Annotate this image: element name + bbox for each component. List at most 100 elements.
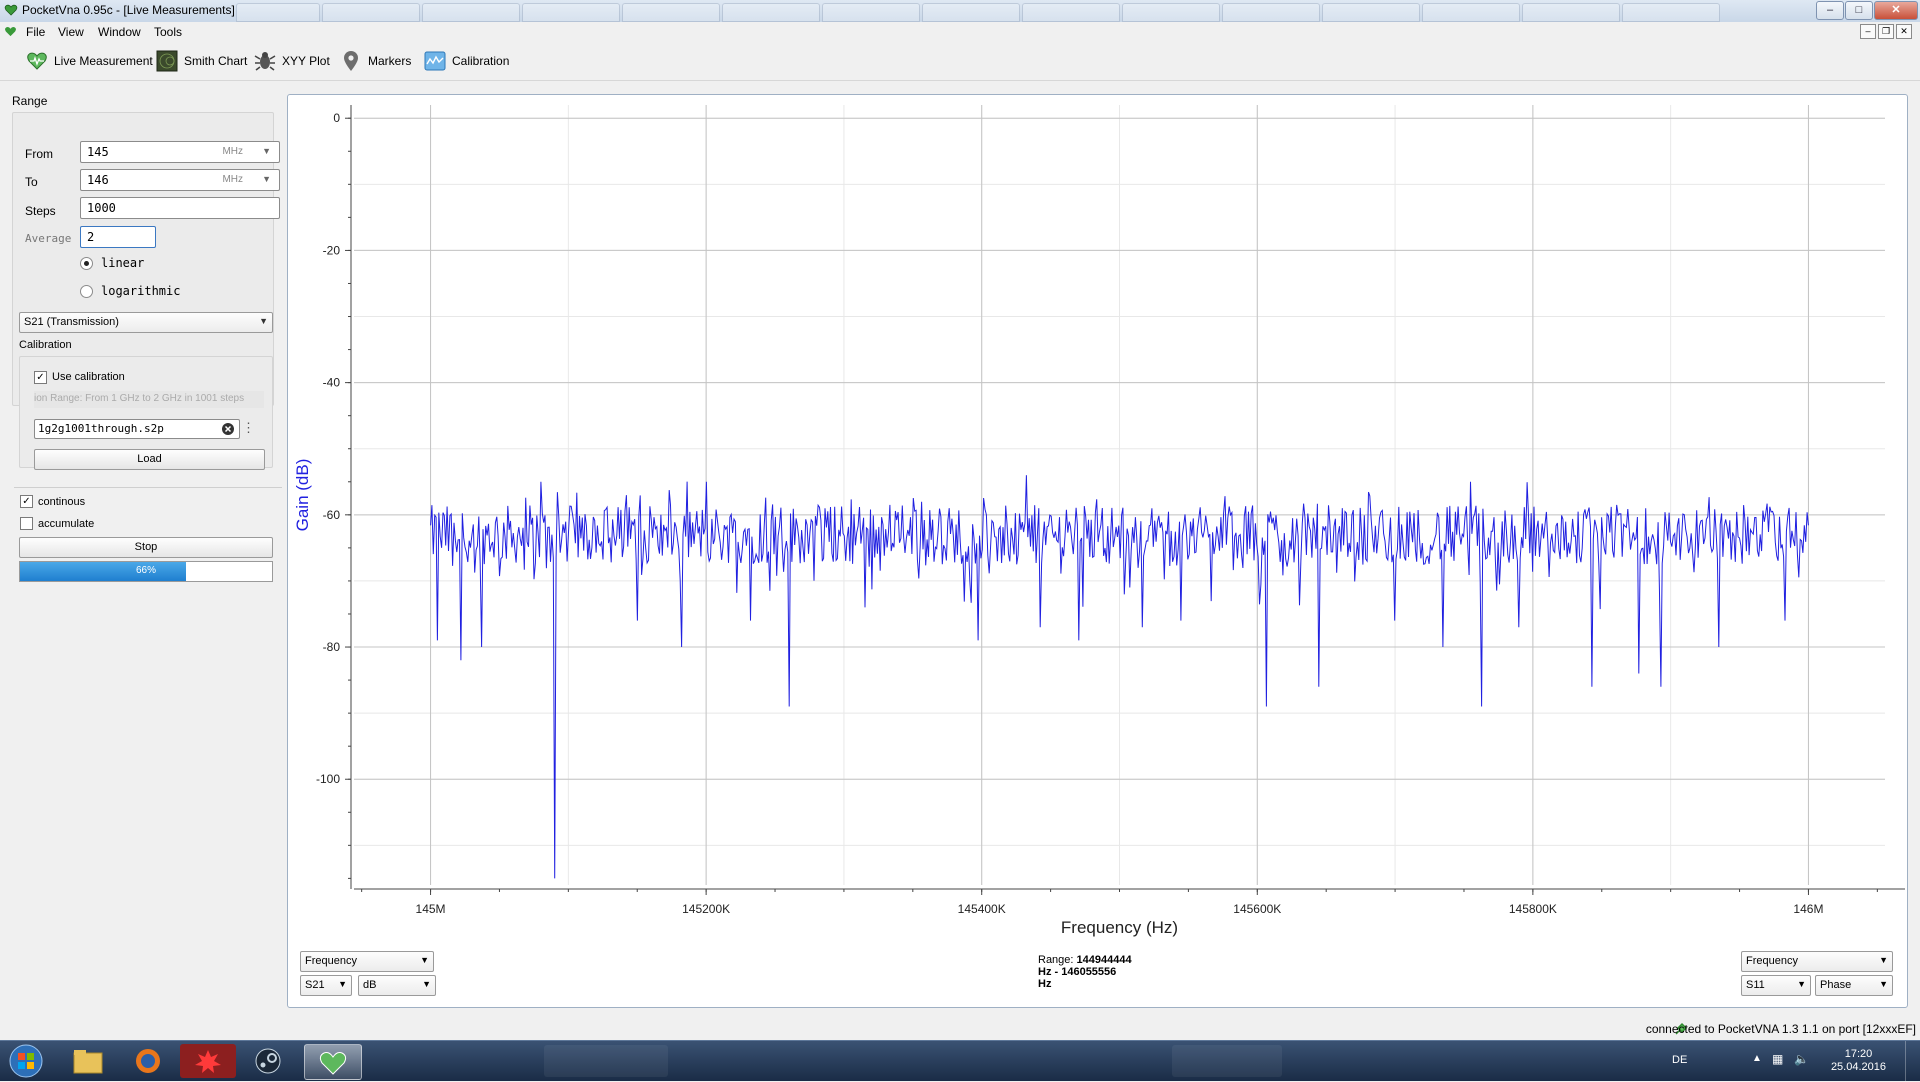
calibration-title: Calibration bbox=[19, 339, 72, 351]
file-explorer-icon[interactable] bbox=[60, 1044, 116, 1078]
close-button[interactable]: ✕ bbox=[1874, 1, 1918, 20]
accumulate-label: accumulate bbox=[38, 518, 95, 530]
calibration-file-input[interactable]: 1g2g1001through.s2p bbox=[34, 419, 240, 439]
background-tab[interactable] bbox=[1122, 3, 1220, 22]
range-title: Range bbox=[12, 94, 48, 108]
background-window-preview bbox=[1172, 1045, 1282, 1077]
from-value: 145 bbox=[87, 145, 109, 159]
show-desktop-button[interactable] bbox=[1905, 1041, 1920, 1081]
tool-xyy-plot[interactable]: XYY Plot bbox=[254, 50, 330, 72]
menu-view[interactable]: View bbox=[58, 25, 84, 39]
use-calibration-checkbox[interactable]: ✓ bbox=[34, 371, 47, 384]
average-value: 2 bbox=[87, 230, 95, 244]
mdi-heart-icon bbox=[5, 27, 16, 37]
red-app-icon[interactable] bbox=[180, 1044, 236, 1078]
windows-start-icon[interactable] bbox=[4, 1043, 48, 1079]
chevron-down-icon[interactable]: ▼ bbox=[262, 146, 271, 156]
left-x-axis-select[interactable]: Frequency ▼ bbox=[300, 951, 434, 972]
mdi-minimize-button[interactable]: – bbox=[1860, 24, 1876, 39]
mdi-restore-button[interactable]: ❐ bbox=[1878, 24, 1894, 39]
app-heart-icon bbox=[4, 4, 18, 16]
calibration-icon bbox=[424, 51, 446, 71]
pocketvna-icon[interactable] bbox=[304, 1044, 362, 1080]
steps-label: Steps bbox=[25, 204, 56, 218]
chevron-down-icon: ▼ bbox=[1879, 979, 1888, 989]
clock[interactable]: 17:20 25.04.2016 bbox=[1831, 1048, 1886, 1074]
right-unit-select[interactable]: Phase ▼ bbox=[1815, 975, 1893, 996]
tool-live-measurement[interactable]: Live Measurement bbox=[26, 50, 153, 72]
continous-label: continous bbox=[38, 496, 86, 508]
tool-markers[interactable]: Markers bbox=[340, 50, 411, 72]
chevron-down-icon: ▼ bbox=[1797, 979, 1806, 989]
chevron-down-icon: ▼ bbox=[1879, 955, 1888, 965]
load-button[interactable]: Load bbox=[34, 449, 265, 470]
left-unit-select[interactable]: dB ▼ bbox=[358, 975, 436, 996]
mdi-close-button[interactable]: ✕ bbox=[1896, 24, 1912, 39]
menu-file[interactable]: File bbox=[26, 25, 45, 39]
plot-area[interactable]: 0 -20 -40 -60 -80 -100 145M 145200K 145400K 14560… bbox=[287, 94, 1908, 1008]
to-input[interactable]: 146 MHz ▼ bbox=[80, 169, 280, 191]
from-input[interactable]: 145 MHz ▼ bbox=[80, 141, 280, 163]
background-tab[interactable] bbox=[1022, 3, 1120, 22]
left-unit-value: dB bbox=[363, 979, 377, 991]
background-tab[interactable] bbox=[422, 3, 520, 22]
background-tab[interactable] bbox=[1622, 3, 1720, 22]
network-icon[interactable]: ▦ bbox=[1772, 1052, 1783, 1066]
x-tick-label: 145400K bbox=[958, 902, 1006, 916]
to-label: To bbox=[25, 175, 38, 189]
background-tab[interactable] bbox=[522, 3, 620, 22]
average-input[interactable]: 2 bbox=[80, 226, 156, 248]
background-tab[interactable] bbox=[1322, 3, 1420, 22]
calibration-file-value: 1g2g1001through.s2p bbox=[38, 422, 164, 435]
logarithmic-radio[interactable] bbox=[80, 285, 93, 298]
right-x-axis-select[interactable]: Frequency ▼ bbox=[1741, 951, 1893, 972]
y-tick-label: -20 bbox=[323, 243, 341, 257]
chevron-down-icon: ▼ bbox=[259, 316, 268, 326]
tool-smith-chart[interactable]: Smith Chart bbox=[156, 50, 247, 72]
language-indicator[interactable]: DE bbox=[1672, 1054, 1687, 1066]
clock-date: 25.04.2016 bbox=[1830, 1061, 1886, 1073]
measurement-select[interactable]: S21 (Transmission) ▼ bbox=[19, 312, 273, 333]
map-pin-icon bbox=[344, 51, 358, 71]
tray-arrow-icon[interactable]: ▲ bbox=[1752, 1053, 1762, 1064]
background-tab[interactable] bbox=[322, 3, 420, 22]
background-tab[interactable] bbox=[236, 3, 320, 22]
background-tab[interactable] bbox=[1222, 3, 1320, 22]
left-param-select[interactable]: S21 ▼ bbox=[300, 975, 352, 996]
menu-tools[interactable]: Tools bbox=[154, 25, 182, 39]
steps-input[interactable]: 1000 bbox=[80, 197, 280, 219]
progress-text: 66% bbox=[135, 565, 156, 576]
toolbar: Live Measurement Smith Chart XYY Plot Ma… bbox=[0, 42, 1920, 81]
background-tab[interactable] bbox=[922, 3, 1020, 22]
x-tick-label: 145M bbox=[416, 902, 446, 916]
background-tab[interactable] bbox=[722, 3, 820, 22]
minimize-button[interactable]: – bbox=[1816, 1, 1844, 20]
accumulate-checkbox[interactable] bbox=[20, 517, 33, 530]
y-tick-label: -100 bbox=[316, 772, 340, 786]
chevron-down-icon: ▼ bbox=[338, 979, 347, 989]
stop-button[interactable]: Stop bbox=[19, 537, 273, 558]
maximize-button[interactable]: □ bbox=[1845, 1, 1873, 20]
tool-calibration[interactable]: Calibration bbox=[424, 50, 509, 72]
firefox-icon[interactable] bbox=[120, 1044, 176, 1078]
divider bbox=[14, 487, 282, 488]
more-options-icon[interactable]: ⋮ bbox=[242, 420, 255, 436]
clear-icon[interactable] bbox=[221, 422, 235, 436]
right-param-select[interactable]: S11 ▼ bbox=[1741, 975, 1811, 996]
volume-icon[interactable]: 🔈 bbox=[1794, 1052, 1809, 1066]
heart-monitor-icon bbox=[319, 1052, 347, 1075]
gain-chart[interactable]: 0 -20 -40 -60 -80 -100 145M 145200K 145400K 14560… bbox=[288, 95, 1907, 1025]
menu-window[interactable]: Window bbox=[98, 25, 141, 39]
background-tab[interactable] bbox=[1422, 3, 1520, 22]
background-tab[interactable] bbox=[622, 3, 720, 22]
continous-checkbox[interactable]: ✓ bbox=[20, 495, 33, 508]
background-tab[interactable] bbox=[1522, 3, 1620, 22]
y-tick-label: -80 bbox=[323, 640, 341, 654]
background-tab[interactable] bbox=[822, 3, 920, 22]
menu-bar: File View Window Tools – ❐ ✕ bbox=[0, 22, 1920, 42]
steam-icon[interactable] bbox=[240, 1044, 296, 1078]
mdi-controls: – ❐ ✕ bbox=[1860, 24, 1912, 39]
linear-radio[interactable] bbox=[80, 257, 93, 270]
smith-chart-icon bbox=[156, 50, 178, 72]
chevron-down-icon[interactable]: ▼ bbox=[262, 174, 271, 184]
